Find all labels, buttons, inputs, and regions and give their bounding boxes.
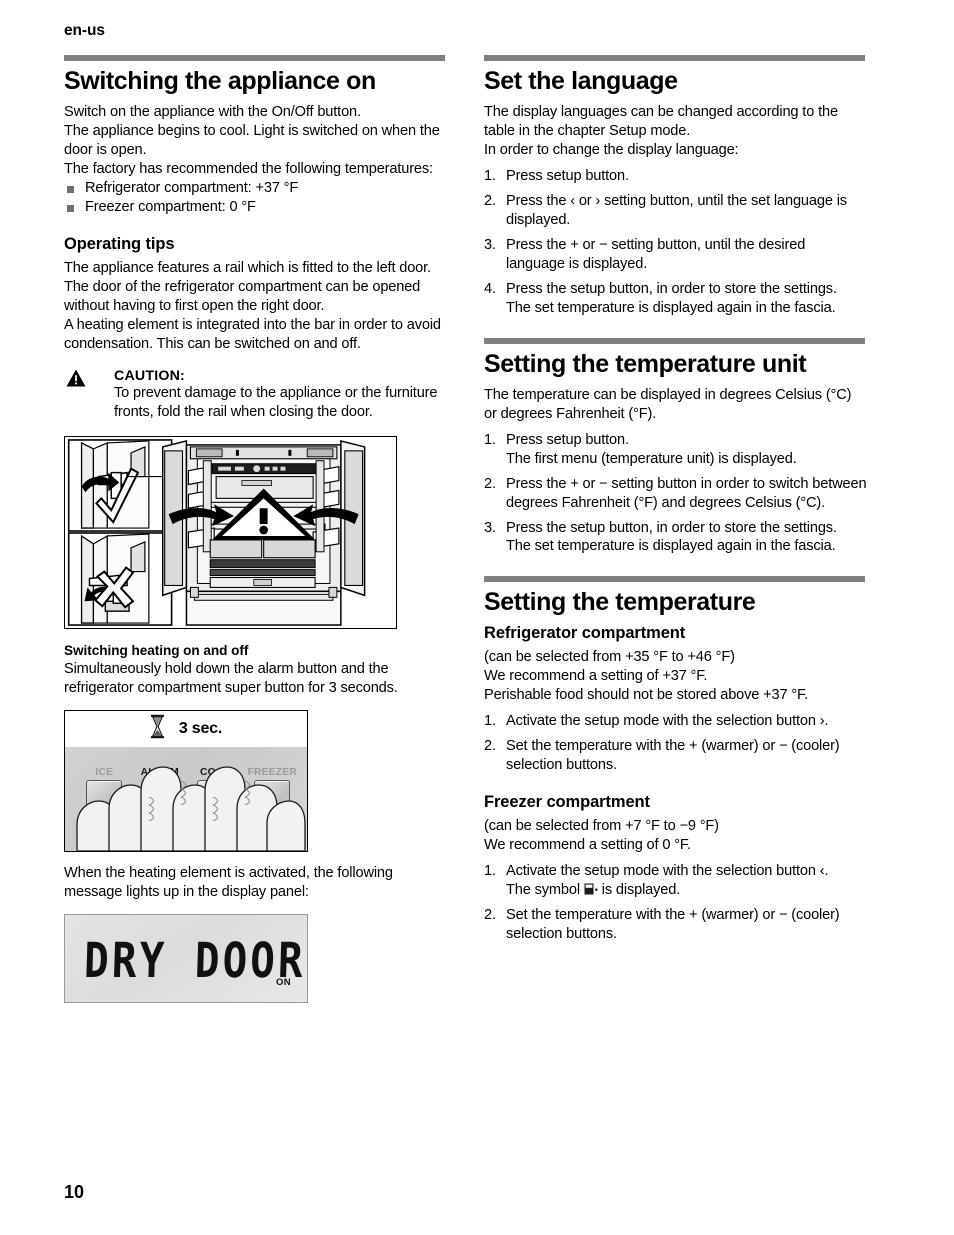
section-rule <box>64 55 445 61</box>
list-item: Refrigerator compartment: +37 °F <box>64 179 447 198</box>
steps-set-language: Press setup button. Press the ‹ or › set… <box>484 167 867 318</box>
list-item: Set the temperature with the + (warmer) … <box>484 737 867 775</box>
refrigerator-illustration <box>64 436 397 630</box>
control-panel-illustration: 3 sec. ICE ALARM COOL <box>64 710 308 853</box>
hands-illustration <box>76 766 306 852</box>
paragraph: Switch on the appliance with the On/Off … <box>64 104 361 120</box>
paragraph: A heating element is integrated into the… <box>64 317 441 353</box>
step-text: Press the + or − setting button, until t… <box>506 236 806 272</box>
paragraph: The door of the refrigerator compartment… <box>64 279 421 315</box>
step-subtext: The set temperature is displayed again i… <box>506 299 836 316</box>
caution-text: To prevent damage to the appliance or th… <box>114 385 438 421</box>
paragraph: The appliance begins to cool. Light is s… <box>64 122 440 158</box>
paragraph: In order to change the display language: <box>484 141 739 158</box>
lcd-message: DRY DOOR <box>83 932 307 989</box>
heading-freezer-compartment: Freezer compartment <box>484 793 650 812</box>
left-column: Switching the appliance on Switch on the… <box>64 55 447 1004</box>
paragraph: Simultaneously hold down the alarm butto… <box>64 661 398 697</box>
paragraph: Perishable food should not be stored abo… <box>484 687 809 704</box>
step-text: Activate the setup mode with the selecti… <box>506 863 829 880</box>
lcd-on-indicator: ON <box>275 977 291 989</box>
step-subtext-post: is displayed. <box>597 882 681 899</box>
warning-triangle-icon <box>66 369 86 387</box>
step-text: Press the + or − setting button in order… <box>506 475 867 511</box>
paragraph: The factory has recommended the followin… <box>64 160 433 177</box>
manual-page: en-us Switching the appliance on Switch … <box>0 0 954 1235</box>
step-subtext-pre: The symbol <box>506 882 584 899</box>
paragraph: We recommend a setting of +37 °F. <box>484 668 708 685</box>
steps-refrigerator-temperature: Activate the setup mode with the selecti… <box>484 712 867 775</box>
section-rule <box>484 55 865 61</box>
timer-label: 3 sec. <box>178 720 223 738</box>
section-rule <box>484 337 865 344</box>
list-item: Press the ‹ or › setting button, until t… <box>484 192 867 230</box>
step-subtext: The set temperature is displayed again i… <box>506 538 836 555</box>
steps-temperature-unit: Press setup button. The first menu (temp… <box>484 431 867 557</box>
list-item: Freezer compartment: 0 °F <box>64 198 447 217</box>
right-column: Set the language The display languages c… <box>484 55 867 950</box>
step-text: Press setup button. <box>506 167 629 184</box>
paragraph: The display languages can be changed acc… <box>484 104 838 139</box>
list-item: Press setup button. The first menu (temp… <box>484 431 867 469</box>
hourglass-icon <box>150 714 165 744</box>
heading-setting-temperature-unit: Setting the temperature unit <box>484 349 807 378</box>
heading-refrigerator-compartment: Refrigerator compartment <box>484 624 686 643</box>
step-subtext: The symbol is displayed. <box>506 881 867 900</box>
paragraph: We recommend a setting of 0 °F. <box>484 837 691 854</box>
heading-setting-the-temperature: Setting the temperature <box>484 588 756 617</box>
panel-timer-row: 3 sec. <box>65 711 307 749</box>
caution-heading: CAUTION: <box>114 368 185 385</box>
caution-block: CAUTION: To prevent damage to the applia… <box>64 368 447 422</box>
list-item: Press setup button. <box>484 167 867 186</box>
page-number: 10 <box>64 1182 85 1202</box>
list-item: Set the temperature with the + (warmer) … <box>484 906 867 944</box>
steps-freezer-temperature: Activate the setup mode with the selecti… <box>484 862 867 944</box>
step-subtext: The first menu (temperature unit) is dis… <box>506 450 797 467</box>
paragraph: The temperature can be displayed in degr… <box>484 386 852 422</box>
display-panel-illustration: DRY DOOR ON <box>64 914 308 1004</box>
step-text: Press the setup button, in order to stor… <box>506 519 837 536</box>
heading-set-the-language: Set the language <box>484 67 678 95</box>
list-item: Press the setup button, in order to stor… <box>484 280 867 318</box>
step-text: Set the temperature with the + (warmer) … <box>506 907 840 943</box>
list-item: Press the + or − setting button in order… <box>484 475 867 513</box>
panel-buttons-area: ICE ALARM COOL FREEZER <box>65 747 307 852</box>
list-item: Press the setup button, in order to stor… <box>484 519 867 557</box>
list-item: Press the + or − setting button, until t… <box>484 236 867 274</box>
list-item: Activate the setup mode with the selecti… <box>484 712 867 731</box>
page-title: Switching the appliance on <box>64 67 376 95</box>
paragraph: The appliance features a rail which is f… <box>64 260 431 277</box>
paragraph: (can be selected from +7 °F to −9 °F) <box>484 818 719 835</box>
temperature-bullet-list: Refrigerator compartment: +37 °F Freezer… <box>64 179 447 218</box>
step-text: Set the temperature with the + (warmer) … <box>506 738 840 774</box>
step-text: Press setup button. <box>506 431 629 448</box>
running-head: en-us <box>64 22 105 39</box>
paragraph: (can be selected from +35 °F to +46 °F) <box>484 649 735 666</box>
section-rule <box>484 576 865 583</box>
heading-switching-heating: Switching heating on and off <box>64 643 249 659</box>
refrigerator-illustration-svg <box>65 437 396 629</box>
step-text: Press the ‹ or › setting button, until t… <box>506 192 847 228</box>
heading-operating-tips: Operating tips <box>64 235 175 254</box>
freezer-symbol-icon <box>584 883 598 896</box>
step-text: Press the setup button, in order to stor… <box>506 280 837 297</box>
paragraph: When the heating element is activated, t… <box>64 865 393 901</box>
step-text: Activate the setup mode with the selecti… <box>506 713 829 730</box>
list-item: Activate the setup mode with the selecti… <box>484 862 867 900</box>
